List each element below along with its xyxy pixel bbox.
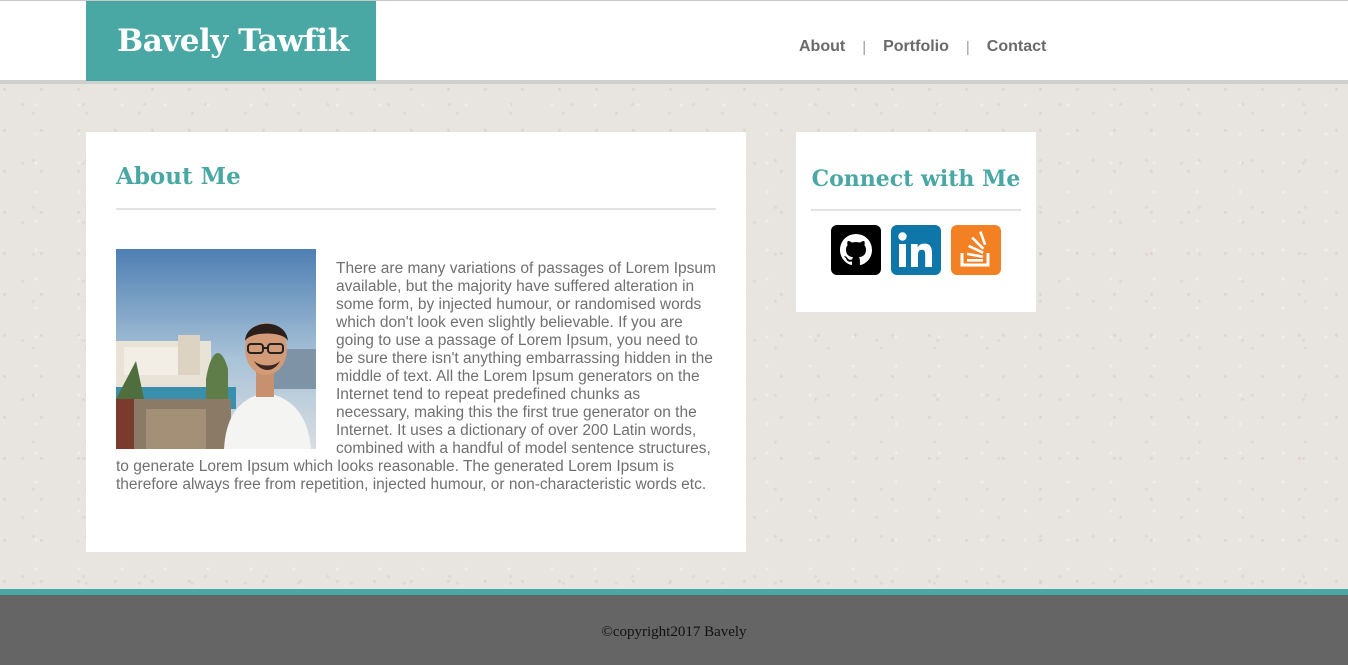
connect-heading: Connect with Me xyxy=(811,166,1021,192)
main-nav: About | Portfolio | Contact xyxy=(799,38,1046,56)
nav-separator: | xyxy=(862,38,867,56)
nav-about-link[interactable]: About xyxy=(799,38,845,56)
profile-photo xyxy=(116,249,316,449)
linkedin-icon[interactable] xyxy=(891,225,941,275)
social-links xyxy=(796,225,1036,275)
nav-portfolio-link[interactable]: Portfolio xyxy=(883,38,949,56)
about-card: About Me There are many variations of pa… xyxy=(86,132,746,552)
stackoverflow-icon[interactable] xyxy=(951,225,1001,275)
site-title[interactable]: Bavely Tawfik xyxy=(117,23,349,59)
profile-photo-image xyxy=(116,249,316,449)
about-body: There are many variations of passages of… xyxy=(116,248,716,494)
about-divider xyxy=(116,208,716,210)
copyright-text: ©copyright2017 Bavely xyxy=(601,623,747,640)
about-heading: About Me xyxy=(116,163,241,190)
github-icon[interactable] xyxy=(831,225,881,275)
site-header: Bavely Tawfik About | Portfolio | Contac… xyxy=(0,0,1348,84)
nav-separator: | xyxy=(965,38,970,56)
site-footer: ©copyright2017 Bavely xyxy=(0,589,1348,665)
connect-divider xyxy=(811,209,1021,211)
brand-block[interactable]: Bavely Tawfik xyxy=(86,1,376,81)
nav-contact-link[interactable]: Contact xyxy=(987,38,1047,56)
connect-card: Connect with Me xyxy=(796,132,1036,312)
